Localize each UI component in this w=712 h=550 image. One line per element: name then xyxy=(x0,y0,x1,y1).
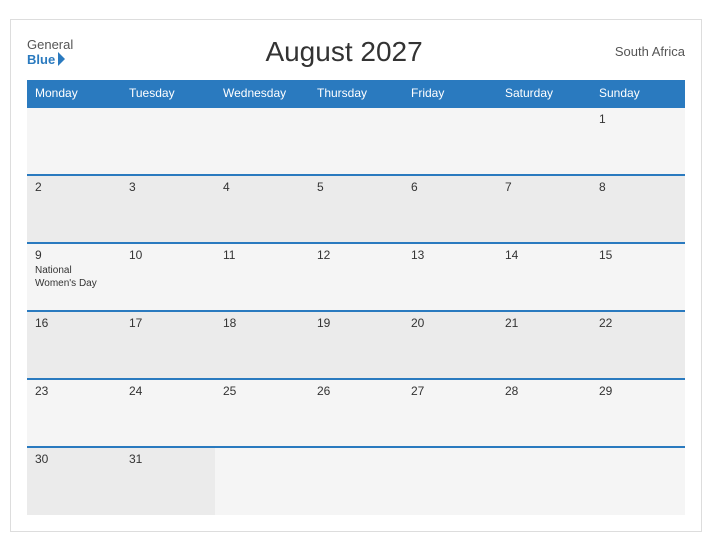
calendar-week-row: 2 3 4 5 6 7 8 xyxy=(27,175,685,243)
calendar-cell: 15 xyxy=(591,243,685,311)
calendar-cell: 29 xyxy=(591,379,685,447)
day-number: 8 xyxy=(599,180,677,194)
day-number: 2 xyxy=(35,180,113,194)
calendar-cell: 12 xyxy=(309,243,403,311)
day-number: 17 xyxy=(129,316,207,330)
calendar-cell: 22 xyxy=(591,311,685,379)
calendar-cell xyxy=(215,107,309,175)
weekday-header-saturday: Saturday xyxy=(497,80,591,107)
calendar-header: General Blue August 2027 South Africa xyxy=(27,36,685,68)
day-number: 31 xyxy=(129,452,207,466)
calendar-cell xyxy=(591,447,685,515)
calendar-cell xyxy=(497,447,591,515)
calendar-cell: 24 xyxy=(121,379,215,447)
calendar-cell: 26 xyxy=(309,379,403,447)
calendar-country: South Africa xyxy=(615,44,685,59)
weekday-header-thursday: Thursday xyxy=(309,80,403,107)
day-number: 14 xyxy=(505,248,583,262)
holiday-label: National Women's Day xyxy=(35,264,113,290)
calendar-cell: 31 xyxy=(121,447,215,515)
calendar-cell: 14 xyxy=(497,243,591,311)
calendar-cell: 19 xyxy=(309,311,403,379)
weekday-header-wednesday: Wednesday xyxy=(215,80,309,107)
day-number: 3 xyxy=(129,180,207,194)
day-number: 4 xyxy=(223,180,301,194)
day-number: 6 xyxy=(411,180,489,194)
calendar-cell: 6 xyxy=(403,175,497,243)
calendar-cell: 5 xyxy=(309,175,403,243)
weekday-header-row: MondayTuesdayWednesdayThursdayFridaySatu… xyxy=(27,80,685,107)
weekday-header-monday: Monday xyxy=(27,80,121,107)
calendar-week-row: 30 31 xyxy=(27,447,685,515)
calendar-cell: 23 xyxy=(27,379,121,447)
calendar-cell xyxy=(497,107,591,175)
day-number: 13 xyxy=(411,248,489,262)
calendar-cell xyxy=(215,447,309,515)
calendar-cell xyxy=(309,447,403,515)
logo-triangle-icon xyxy=(58,52,65,66)
calendar-cell: 8 xyxy=(591,175,685,243)
calendar-cell: 20 xyxy=(403,311,497,379)
day-number: 5 xyxy=(317,180,395,194)
weekday-header-sunday: Sunday xyxy=(591,80,685,107)
day-number: 25 xyxy=(223,384,301,398)
calendar-cell: 28 xyxy=(497,379,591,447)
day-number: 27 xyxy=(411,384,489,398)
day-number: 1 xyxy=(599,112,677,126)
weekday-header-tuesday: Tuesday xyxy=(121,80,215,107)
day-number: 12 xyxy=(317,248,395,262)
calendar-cell: 7 xyxy=(497,175,591,243)
day-number: 20 xyxy=(411,316,489,330)
logo: General Blue xyxy=(27,37,73,67)
calendar-cell: 16 xyxy=(27,311,121,379)
day-number: 28 xyxy=(505,384,583,398)
day-number: 10 xyxy=(129,248,207,262)
calendar-cell: 27 xyxy=(403,379,497,447)
calendar-cell: 1 xyxy=(591,107,685,175)
day-number: 21 xyxy=(505,316,583,330)
calendar-cell: 10 xyxy=(121,243,215,311)
calendar-week-row: 16 17 18 19 20 21 22 xyxy=(27,311,685,379)
calendar-cell xyxy=(309,107,403,175)
calendar-cell: 11 xyxy=(215,243,309,311)
day-number: 7 xyxy=(505,180,583,194)
calendar-container: General Blue August 2027 South Africa Mo… xyxy=(10,19,702,532)
day-number: 18 xyxy=(223,316,301,330)
weekday-header-friday: Friday xyxy=(403,80,497,107)
calendar-cell: 9 National Women's Day xyxy=(27,243,121,311)
calendar-week-row: 23 24 25 26 27 28 29 xyxy=(27,379,685,447)
logo-blue-text: Blue xyxy=(27,52,55,67)
day-number: 26 xyxy=(317,384,395,398)
calendar-cell: 25 xyxy=(215,379,309,447)
calendar-cell xyxy=(121,107,215,175)
calendar-week-row: 9 National Women's Day 10 11 12 13 14 15 xyxy=(27,243,685,311)
day-number: 23 xyxy=(35,384,113,398)
calendar-cell: 2 xyxy=(27,175,121,243)
calendar-cell: 4 xyxy=(215,175,309,243)
day-number: 9 xyxy=(35,248,113,262)
calendar-grid: MondayTuesdayWednesdayThursdayFridaySatu… xyxy=(27,80,685,515)
calendar-cell: 17 xyxy=(121,311,215,379)
day-number: 16 xyxy=(35,316,113,330)
calendar-cell xyxy=(27,107,121,175)
day-number: 29 xyxy=(599,384,677,398)
day-number: 30 xyxy=(35,452,113,466)
calendar-cell: 3 xyxy=(121,175,215,243)
calendar-cell: 21 xyxy=(497,311,591,379)
calendar-cell: 30 xyxy=(27,447,121,515)
day-number: 24 xyxy=(129,384,207,398)
day-number: 15 xyxy=(599,248,677,262)
day-number: 19 xyxy=(317,316,395,330)
day-number: 11 xyxy=(223,248,301,262)
calendar-cell xyxy=(403,107,497,175)
day-number: 22 xyxy=(599,316,677,330)
calendar-title: August 2027 xyxy=(73,36,615,68)
calendar-cell: 18 xyxy=(215,311,309,379)
calendar-cell: 13 xyxy=(403,243,497,311)
calendar-cell xyxy=(403,447,497,515)
logo-general-text: General xyxy=(27,37,73,52)
calendar-week-row: 1 xyxy=(27,107,685,175)
